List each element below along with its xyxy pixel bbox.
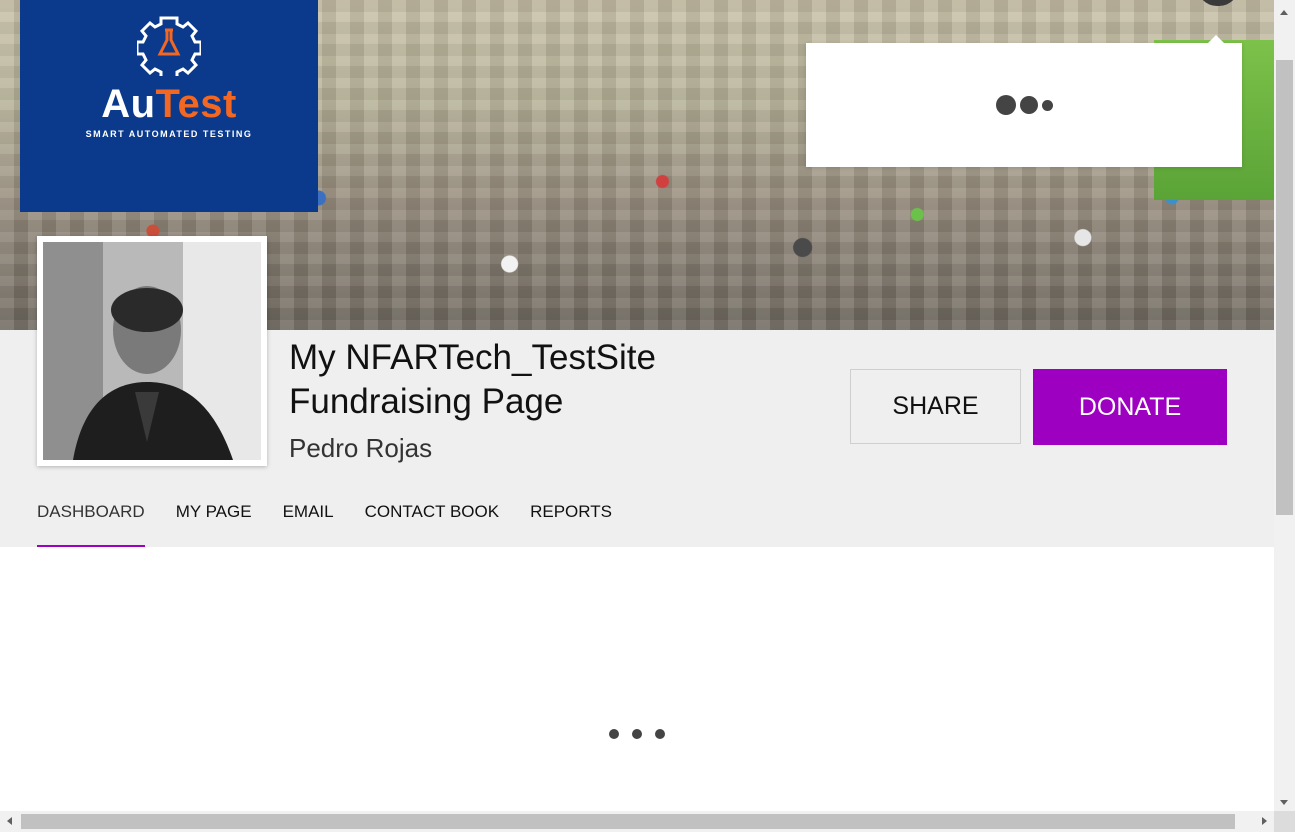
- popup-caret: [1208, 35, 1224, 43]
- scroll-right-icon[interactable]: [1262, 817, 1267, 825]
- person-silhouette-icon: [43, 242, 261, 460]
- share-button[interactable]: SHARE: [850, 369, 1021, 444]
- user-menu-popup: [806, 35, 1242, 167]
- tab-email[interactable]: EMAIL: [283, 501, 334, 547]
- profile-photo-frame: [37, 236, 267, 466]
- scrollbar-corner: [1274, 811, 1295, 832]
- scroll-down-icon[interactable]: [1280, 800, 1288, 805]
- gear-flask-icon: [137, 16, 201, 76]
- owner-name: Pedro Rojas: [289, 433, 433, 463]
- tab-my-page[interactable]: MY PAGE: [176, 501, 252, 547]
- logo-tagline: SMART AUTOMATED TESTING: [85, 129, 253, 139]
- dashboard-tabs: DASHBOARD MY PAGE EMAIL CONTACT BOOK REP…: [37, 501, 643, 547]
- logo-wordmark-au: Au: [101, 82, 156, 126]
- profile-photo: [43, 242, 261, 460]
- tab-contact-book[interactable]: CONTACT BOOK: [365, 501, 499, 547]
- autest-logo: AuTest SMART AUTOMATED TESTING: [20, 0, 318, 212]
- vertical-scrollbar[interactable]: [1274, 0, 1295, 811]
- scroll-up-icon[interactable]: [1280, 10, 1288, 15]
- logo-wordmark: AuTest: [101, 82, 237, 127]
- horizontal-scrollbar[interactable]: [0, 811, 1274, 832]
- loading-spinner-icon: [995, 95, 1053, 115]
- content-loading-icon: [609, 729, 665, 739]
- tab-dashboard[interactable]: DASHBOARD: [37, 501, 145, 547]
- scroll-left-icon[interactable]: [7, 817, 12, 825]
- vertical-scroll-thumb[interactable]: [1276, 60, 1293, 515]
- donate-button[interactable]: DONATE: [1033, 369, 1227, 445]
- tab-reports[interactable]: REPORTS: [530, 501, 612, 547]
- horizontal-scroll-thumb[interactable]: [21, 814, 1235, 829]
- logo-wordmark-test: Test: [155, 82, 237, 126]
- page-title: My NFARTech_TestSite Fundraising Page: [289, 338, 656, 421]
